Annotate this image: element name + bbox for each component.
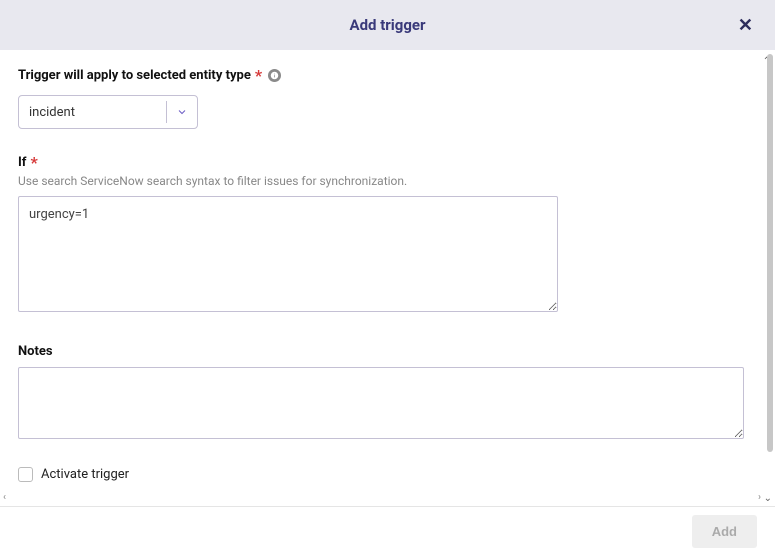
if-help-text: Use search ServiceNow search syntax to f… — [18, 174, 757, 188]
entity-type-label-row: Trigger will apply to selected entity ty… — [18, 66, 757, 85]
activate-label: Activate trigger — [41, 467, 129, 482]
notes-textarea[interactable] — [18, 367, 744, 439]
modal-header: Add trigger ✕ — [0, 0, 775, 50]
scroll-down-icon[interactable]: ⌄ — [764, 493, 772, 504]
entity-type-select[interactable]: incident — [18, 95, 198, 129]
required-indicator: * — [30, 153, 37, 172]
if-label: If — [18, 155, 26, 170]
close-icon: ✕ — [738, 15, 753, 35]
scroll-right-icon[interactable]: › — [758, 492, 761, 503]
chevron-down-icon — [167, 106, 197, 118]
if-label-row: If * — [18, 153, 757, 172]
entity-type-group: Trigger will apply to selected entity ty… — [18, 66, 757, 129]
scroll-thumb[interactable] — [767, 54, 773, 452]
modal-title: Add trigger — [350, 16, 426, 34]
modal-footer: Add — [0, 506, 775, 556]
notes-group: Notes — [18, 340, 757, 443]
activate-row: Activate trigger — [18, 467, 757, 482]
entity-type-value: incident — [19, 105, 166, 120]
if-group: If * Use search ServiceNow search syntax … — [18, 153, 757, 316]
scroll-left-icon[interactable]: ‹ — [3, 492, 6, 503]
required-indicator: * — [255, 66, 262, 85]
vertical-scrollbar[interactable] — [765, 50, 775, 506]
add-button[interactable]: Add — [692, 515, 757, 548]
entity-type-label: Trigger will apply to selected entity ty… — [18, 68, 251, 83]
if-textarea[interactable] — [18, 196, 558, 312]
activate-checkbox[interactable] — [18, 467, 33, 482]
close-button[interactable]: ✕ — [734, 12, 757, 38]
modal-content: Trigger will apply to selected entity ty… — [0, 50, 775, 506]
info-icon[interactable] — [268, 69, 281, 82]
notes-label: Notes — [18, 344, 53, 359]
